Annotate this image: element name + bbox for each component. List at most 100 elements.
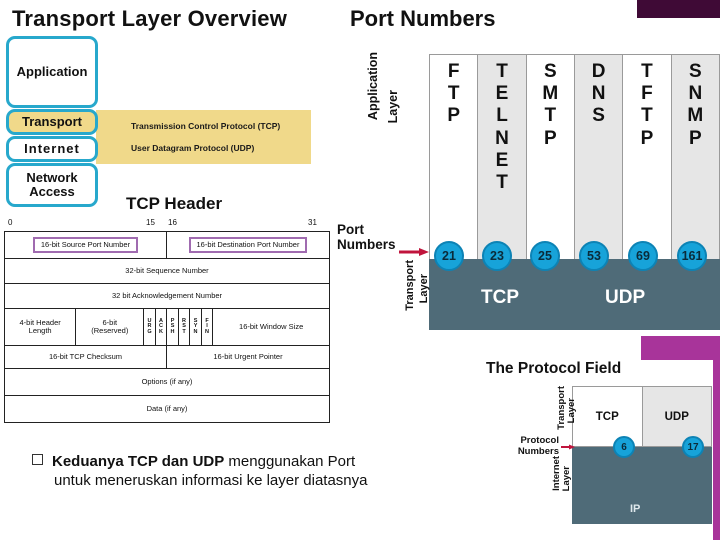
smtp-letter-2: M (542, 83, 559, 105)
layer-box-transport[interactable]: Transport (6, 109, 98, 135)
protocol-column-smtp[interactable]: S M T P (526, 55, 575, 259)
tcp-header-bit-ruler: 0 15 16 31 (4, 218, 330, 231)
tcp-flag-rst: R S T (179, 309, 191, 345)
tcp-flag-ack: A C K (156, 309, 168, 345)
port-numbers-annotation-line2: Numbers (337, 237, 396, 253)
tcp-header-row-checksum: 16-bit TCP Checksum 16-bit Urgent Pointe… (5, 346, 329, 369)
application-layer-label-line2: Layer (386, 90, 400, 124)
tftp-letter-3: T (641, 105, 653, 127)
telnet-letter-4: N (495, 127, 509, 149)
telnet-letter-6: T (496, 172, 508, 194)
top-right-decor-bar (637, 0, 720, 18)
snmp-letter-1: S (688, 61, 702, 82)
protocol-column-snmp[interactable]: S N M P (671, 55, 719, 259)
bullet-rest-line1: menggunakan Port (224, 453, 356, 470)
port-circle-161[interactable]: 161 (677, 241, 707, 271)
transport-bar-tcp-label: TCP (481, 287, 519, 308)
tcp-field-acknowledgement-number: 32 bit Acknowledgement Number (111, 290, 223, 300)
smtp-letter-3: T (544, 105, 557, 127)
layer-label-application: Application (16, 64, 88, 80)
tcp-field-header-length: 4-bit Header Length (5, 309, 77, 345)
port-circle-53[interactable]: 53 (579, 241, 609, 271)
tcp-header-row-acknowledgement: 32 bit Acknowledgement Number (5, 284, 329, 309)
tcp-flag-syn-c3: N (193, 328, 198, 335)
port-numbers-title: Port Numbers (350, 6, 496, 31)
tcp-flag-urg-c3: G (147, 328, 152, 335)
transport-layer-bar: TCP UDP (429, 259, 720, 330)
tcp-flag-fin: F I N (202, 309, 214, 345)
layer-label-network-access: Network Access (26, 171, 77, 198)
tcp-field-checksum: 16-bit TCP Checksum (5, 346, 167, 368)
protocol-field-ip-bar: IP (572, 447, 712, 524)
application-layer-axis-label: Application Layer (352, 52, 438, 227)
application-protocol-columns: F T P T E L N E T S M T P D N S T F T P (429, 54, 720, 259)
tcp-field-reserved: 6-bit (Reserved) (76, 309, 145, 345)
tcp-header-grid: 16-bit Source Port Number 16-bit Destina… (4, 231, 330, 423)
ruler-tick-16: 16 (168, 218, 177, 227)
snmp-letter-2: N (688, 83, 703, 105)
protocol-field-tcp-cell[interactable]: TCP (573, 387, 643, 446)
port-circle-25[interactable]: 25 (530, 241, 560, 271)
protocol-tcp-label: Transmission Control Protocol (TCP) (131, 121, 281, 131)
ruler-tick-15: 15 (146, 218, 155, 227)
layer-stack: Application Transport Internet Network A… (6, 36, 98, 208)
protocol-circle-6[interactable]: 6 (613, 436, 635, 458)
tcp-field-destination-port-label: 16-bit Destination Port Number (188, 236, 308, 254)
bullet-square-icon (32, 454, 43, 465)
ftp-letter-2: T (447, 83, 460, 105)
protocol-column-tftp[interactable]: T F T P (623, 55, 672, 259)
tcp-header-title: TCP Header (126, 194, 223, 213)
layer-box-network-access[interactable]: Network Access (6, 163, 98, 207)
tcp-flag-psh: P S H (167, 309, 179, 345)
protocol-column-telnet[interactable]: T E L N E T (478, 55, 527, 259)
tcp-header-row-sequence: 32-bit Sequence Number (5, 259, 329, 284)
telnet-letter-5: E (495, 149, 509, 171)
protocol-column-ftp[interactable]: F T P (430, 55, 479, 259)
port-circle-23[interactable]: 23 (482, 241, 512, 271)
port-numbers-annotation-line1: Port (337, 222, 364, 237)
protocol-field-udp-cell[interactable]: UDP (642, 387, 711, 446)
transport-overview-title: Transport Layer Overview (12, 6, 288, 31)
transport-layer-label-line1: Transport (404, 260, 416, 311)
protocol-column-dns[interactable]: D N S (574, 55, 624, 259)
protocol-field-title: The Protocol Field (486, 360, 622, 377)
bullet-bold-text: Keduanya TCP dan UDP (52, 453, 225, 470)
tcp-field-data: Data (if any) (146, 403, 188, 413)
slide-canvas: Transport Layer Overview Transmission Co… (0, 0, 720, 540)
tcp-flag-urg: U R G (144, 309, 156, 345)
tcp-field-sequence-number: 32-bit Sequence Number (125, 265, 209, 275)
layer-box-internet[interactable]: Internet (6, 136, 98, 162)
protocol-circle-17[interactable]: 17 (682, 436, 704, 458)
tcp-field-destination-port: 16-bit Destination Port Number (167, 232, 329, 258)
telnet-letter-3: L (496, 105, 508, 127)
transport-bar-udp-label: UDP (605, 287, 646, 308)
layer-box-application[interactable]: Application (6, 36, 98, 108)
protocol-field-internet-axis-label: Internet Layer (551, 450, 572, 512)
transport-layer-axis-label: Transport Layer (404, 258, 430, 326)
tcp-field-reserved-line2: (Reserved) (91, 326, 129, 335)
dns-letter-1: D (591, 61, 606, 82)
tftp-letter-1: T (641, 61, 653, 82)
port-circle-21[interactable]: 21 (434, 241, 464, 271)
snmp-letter-4: P (688, 127, 702, 149)
bullet-line2: untuk meneruskan informasi ke layer diat… (54, 472, 368, 490)
ruler-tick-0: 0 (8, 218, 13, 227)
telnet-letter-1: T (496, 61, 508, 82)
tcp-header-row-ports: 16-bit Source Port Number 16-bit Destina… (5, 232, 329, 259)
application-layer-label-line1: Application (366, 52, 380, 121)
ruler-tick-31: 31 (308, 218, 317, 227)
transport-layer-label-line2: Layer (418, 274, 430, 304)
smtp-letter-4: P (543, 127, 557, 149)
tcp-flag-syn: S Y N (190, 309, 202, 345)
pf-internet-label-line2: Layer (561, 466, 572, 492)
tftp-letter-4: P (640, 127, 654, 149)
protocol-callout-panel: Transmission Control Protocol (TCP) User… (96, 110, 311, 164)
tcp-flag-ack-c3: K (159, 328, 164, 335)
tcp-flag-rst-c3: T (182, 328, 186, 335)
pf-transport-label-line2: Layer (566, 398, 577, 424)
tcp-field-flags: U R G A C K P S H R S T S Y N F I N (144, 309, 214, 345)
tcp-field-header-length-line2: Length (28, 326, 52, 335)
bullet-text-block: Keduanya TCP dan UDP menggunakan Port un… (32, 452, 502, 490)
port-circle-69[interactable]: 69 (628, 241, 658, 271)
layer-label-network-access-line2: Access (29, 184, 75, 199)
